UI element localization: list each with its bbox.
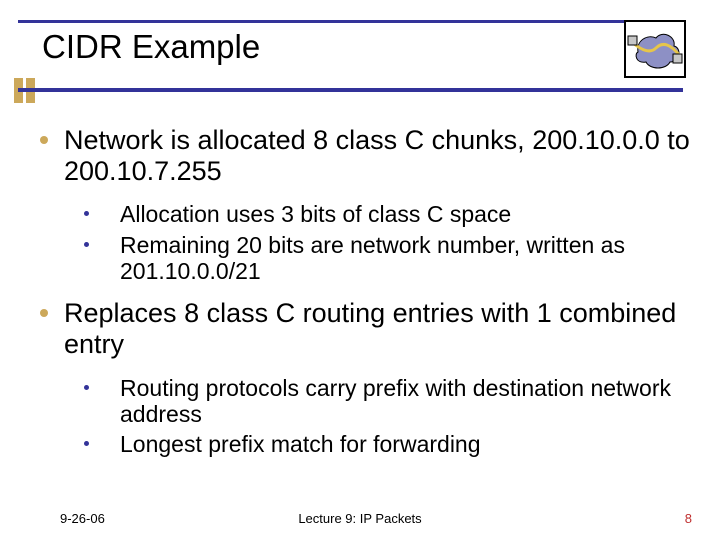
bullet-text: Longest prefix match for forwarding bbox=[120, 431, 481, 457]
bullet-text: Routing protocols carry prefix with dest… bbox=[120, 375, 671, 427]
bullet-dot-icon bbox=[40, 136, 48, 144]
title-rule-top bbox=[18, 20, 683, 23]
bullet-dot-icon bbox=[84, 385, 89, 390]
bullet-text: Network is allocated 8 class C chunks, 2… bbox=[64, 125, 690, 186]
bullet-text: Remaining 20 bits are network number, wr… bbox=[120, 232, 625, 284]
bullet-level2: Remaining 20 bits are network number, wr… bbox=[84, 232, 690, 285]
bullet-dot-icon bbox=[84, 242, 89, 247]
bullet-group: Allocation uses 3 bits of class C space … bbox=[40, 201, 690, 284]
bullet-dot-icon bbox=[84, 441, 89, 446]
bullet-dot-icon bbox=[40, 309, 48, 317]
page-number: 8 bbox=[685, 511, 692, 526]
bullet-dot-icon bbox=[84, 211, 89, 216]
bullet-level1: Network is allocated 8 class C chunks, 2… bbox=[40, 125, 690, 187]
footer-title: Lecture 9: IP Packets bbox=[0, 511, 720, 526]
title-rule-bottom bbox=[18, 88, 683, 92]
bullet-level1: Replaces 8 class C routing entries with … bbox=[40, 298, 690, 360]
bullet-text: Allocation uses 3 bits of class C space bbox=[120, 201, 511, 227]
content-area: Network is allocated 8 class C chunks, 2… bbox=[40, 125, 690, 472]
bullet-level2: Longest prefix match for forwarding bbox=[84, 431, 690, 457]
bullet-level2: Allocation uses 3 bits of class C space bbox=[84, 201, 690, 227]
bullet-group: Routing protocols carry prefix with dest… bbox=[40, 375, 690, 458]
bullet-text: Replaces 8 class C routing entries with … bbox=[64, 298, 676, 359]
logo-icon bbox=[624, 20, 686, 78]
slide: CIDR Example Network is allocated 8 clas… bbox=[0, 0, 720, 540]
slide-title: CIDR Example bbox=[42, 28, 260, 66]
bullet-level2: Routing protocols carry prefix with dest… bbox=[84, 375, 690, 428]
